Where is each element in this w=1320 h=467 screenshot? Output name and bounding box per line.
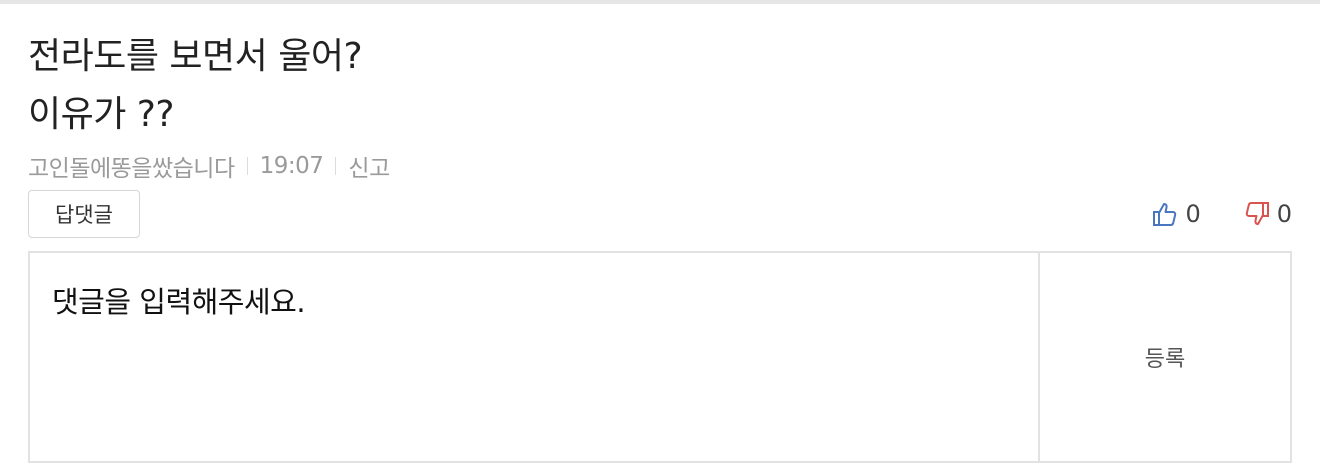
reply-button[interactable]: 답댓글: [28, 190, 140, 238]
dislike-button[interactable]: 0: [1243, 200, 1292, 228]
report-link[interactable]: 신고: [348, 149, 390, 183]
thumbs-up-icon: [1153, 203, 1177, 226]
comment-page: 전라도를 보면서 울어? 이유가 ?? 고인돌에똥을쌌습니다 19:07 신고 …: [0, 0, 1320, 467]
dislike-count: 0: [1276, 200, 1292, 228]
like-button[interactable]: 0: [1151, 200, 1201, 228]
reply-form: 등록: [28, 251, 1292, 463]
meta-divider: [335, 157, 337, 175]
vote-group: 0 0: [1151, 200, 1292, 228]
comment-author[interactable]: 고인돌에똥을쌌습니다: [28, 149, 235, 183]
thumbs-down-icon: [1245, 202, 1269, 225]
meta-divider: [246, 157, 248, 175]
comment-text: 전라도를 보면서 울어? 이유가 ??: [28, 36, 363, 135]
comment-time: 19:07: [259, 153, 324, 179]
comment-meta: 고인돌에똥을쌌습니다 19:07 신고: [28, 149, 390, 183]
submit-button[interactable]: 등록: [1040, 253, 1290, 461]
reply-input[interactable]: [30, 253, 1040, 461]
like-count: 0: [1185, 200, 1201, 228]
